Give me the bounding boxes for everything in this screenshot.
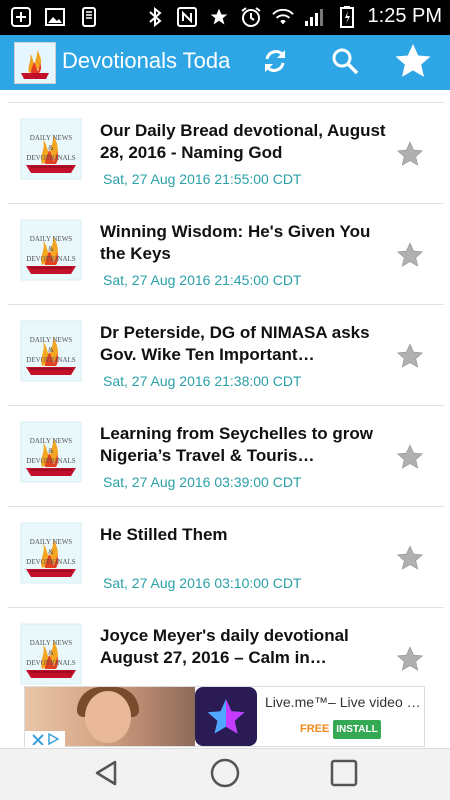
storage-icon (78, 6, 100, 28)
ad-free-label: FREE (300, 723, 330, 735)
alarm-icon (240, 6, 262, 28)
item-date: Sat, 27 Aug 2016 03:10:00 CDT (103, 575, 302, 591)
favorites-button[interactable] (393, 43, 433, 83)
svg-text:&: & (48, 346, 54, 354)
item-title: Our Daily Bread devotional, August 28, 2… (100, 121, 386, 162)
status-bar: 1:25 PM (0, 0, 450, 35)
recents-button[interactable] (326, 757, 362, 793)
search-icon (330, 46, 360, 81)
svg-text:&: & (48, 245, 54, 253)
svg-text:DAILY NEWS: DAILY NEWS (30, 437, 73, 445)
ad-app-icon (195, 687, 257, 746)
svg-text:DAILY NEWS: DAILY NEWS (30, 538, 73, 546)
list-item[interactable]: DAILY NEWS & DEVOTIONALS Our Daily Bread d… (8, 104, 444, 204)
navigation-bar (0, 748, 450, 800)
home-icon (209, 757, 241, 794)
back-icon (91, 758, 121, 793)
app-bar: Devotionals Today (0, 35, 450, 90)
refresh-button[interactable] (255, 43, 295, 83)
item-thumbnail: DAILY NEWS & DEVOTIONALS (20, 219, 82, 281)
svg-text:DAILY NEWS: DAILY NEWS (30, 639, 73, 647)
svg-text:DEVOTIONALS: DEVOTIONALS (26, 558, 75, 566)
item-thumbnail: DAILY NEWS & DEVOTIONALS (20, 320, 82, 382)
home-button[interactable] (207, 757, 243, 793)
item-thumbnail: DAILY NEWS & DEVOTIONALS (20, 623, 82, 685)
bluetooth-icon (144, 6, 166, 28)
list-item[interactable]: DAILY NEWS & DEVOTIONALS He Stilled Them S… (8, 508, 444, 608)
favorite-star-icon[interactable] (396, 645, 424, 673)
favorites-star-icon (393, 41, 433, 86)
app-logo[interactable] (14, 42, 56, 84)
ad-install-button[interactable]: INSTALL (333, 720, 381, 739)
item-date: Sat, 27 Aug 2016 21:45:00 CDT (103, 272, 302, 288)
clock: 1:25 PM (367, 5, 442, 27)
ad-banner[interactable]: Live.me™– Live video s… FREE INSTALL (24, 686, 425, 747)
nfc-icon (176, 6, 198, 28)
list-item[interactable]: DAILY NEWS & DEVOTIONALS Joyce Meyer's dai… (8, 609, 444, 686)
list-item[interactable]: DAILY NEWS & DEVOTIONALS Learning from Sey… (8, 407, 444, 507)
wifi-icon (271, 6, 294, 28)
item-title: Dr Peterside, DG of NIMASA asks Gov. Wik… (100, 323, 370, 364)
svg-text:DAILY NEWS: DAILY NEWS (30, 235, 73, 243)
favorite-star-icon[interactable] (396, 544, 424, 572)
svg-text:&: & (48, 447, 54, 455)
svg-text:DEVOTIONALS: DEVOTIONALS (26, 255, 75, 263)
item-title: He Stilled Them (100, 525, 228, 544)
item-title: Learning from Seychelles to grow Nigeria… (100, 424, 374, 465)
app-title: Devotionals Today (62, 48, 230, 73)
favorite-star-icon[interactable] (396, 241, 424, 269)
favorite-star-icon[interactable] (396, 443, 424, 471)
svg-text:&: & (48, 649, 54, 657)
star-icon (208, 6, 230, 28)
back-button[interactable] (88, 757, 124, 793)
list-item[interactable]: DAILY NEWS & DEVOTIONALS Dr Peterside, DG … (8, 306, 444, 406)
signal-icon (304, 6, 326, 28)
item-title: Joyce Meyer's daily devotional August 27… (100, 626, 349, 667)
svg-text:&: & (48, 548, 54, 556)
recents-icon (329, 758, 359, 793)
ad-title: Live.me™– Live video s… (265, 694, 421, 710)
image-icon (44, 6, 66, 28)
item-date: Sat, 27 Aug 2016 21:55:00 CDT (103, 171, 302, 187)
item-thumbnail: DAILY NEWS & DEVOTIONALS (20, 522, 82, 584)
favorite-star-icon[interactable] (396, 342, 424, 370)
devotional-list[interactable]: DAILY NEWS & DEVOTIONALS Our Daily Bread d… (0, 90, 450, 686)
svg-text:DEVOTIONALS: DEVOTIONALS (26, 457, 75, 465)
item-date: Sat, 27 Aug 2016 21:38:00 CDT (103, 373, 302, 389)
list-item[interactable]: DAILY NEWS & DEVOTIONALS Winning Wisdom: H… (8, 205, 444, 305)
svg-text:DEVOTIONALS: DEVOTIONALS (26, 154, 75, 162)
item-title: Winning Wisdom: He's Given You the Keys (100, 222, 371, 263)
svg-text:&: & (48, 144, 54, 152)
refresh-icon (259, 45, 291, 82)
favorite-star-icon[interactable] (396, 140, 424, 168)
list-item[interactable] (8, 90, 444, 103)
item-thumbnail: DAILY NEWS & DEVOTIONALS (20, 118, 82, 180)
item-date: Sat, 27 Aug 2016 03:39:00 CDT (103, 474, 302, 490)
adchoices-icon[interactable] (25, 731, 65, 747)
svg-text:DEVOTIONALS: DEVOTIONALS (26, 356, 75, 364)
item-thumbnail: DAILY NEWS & DEVOTIONALS (20, 421, 82, 483)
search-button[interactable] (325, 43, 365, 83)
svg-text:DEVOTIONALS: DEVOTIONALS (26, 659, 75, 667)
plus-icon (10, 6, 32, 28)
battery-icon (336, 5, 358, 28)
svg-text:DAILY NEWS: DAILY NEWS (30, 134, 73, 142)
svg-text:DAILY NEWS: DAILY NEWS (30, 336, 73, 344)
